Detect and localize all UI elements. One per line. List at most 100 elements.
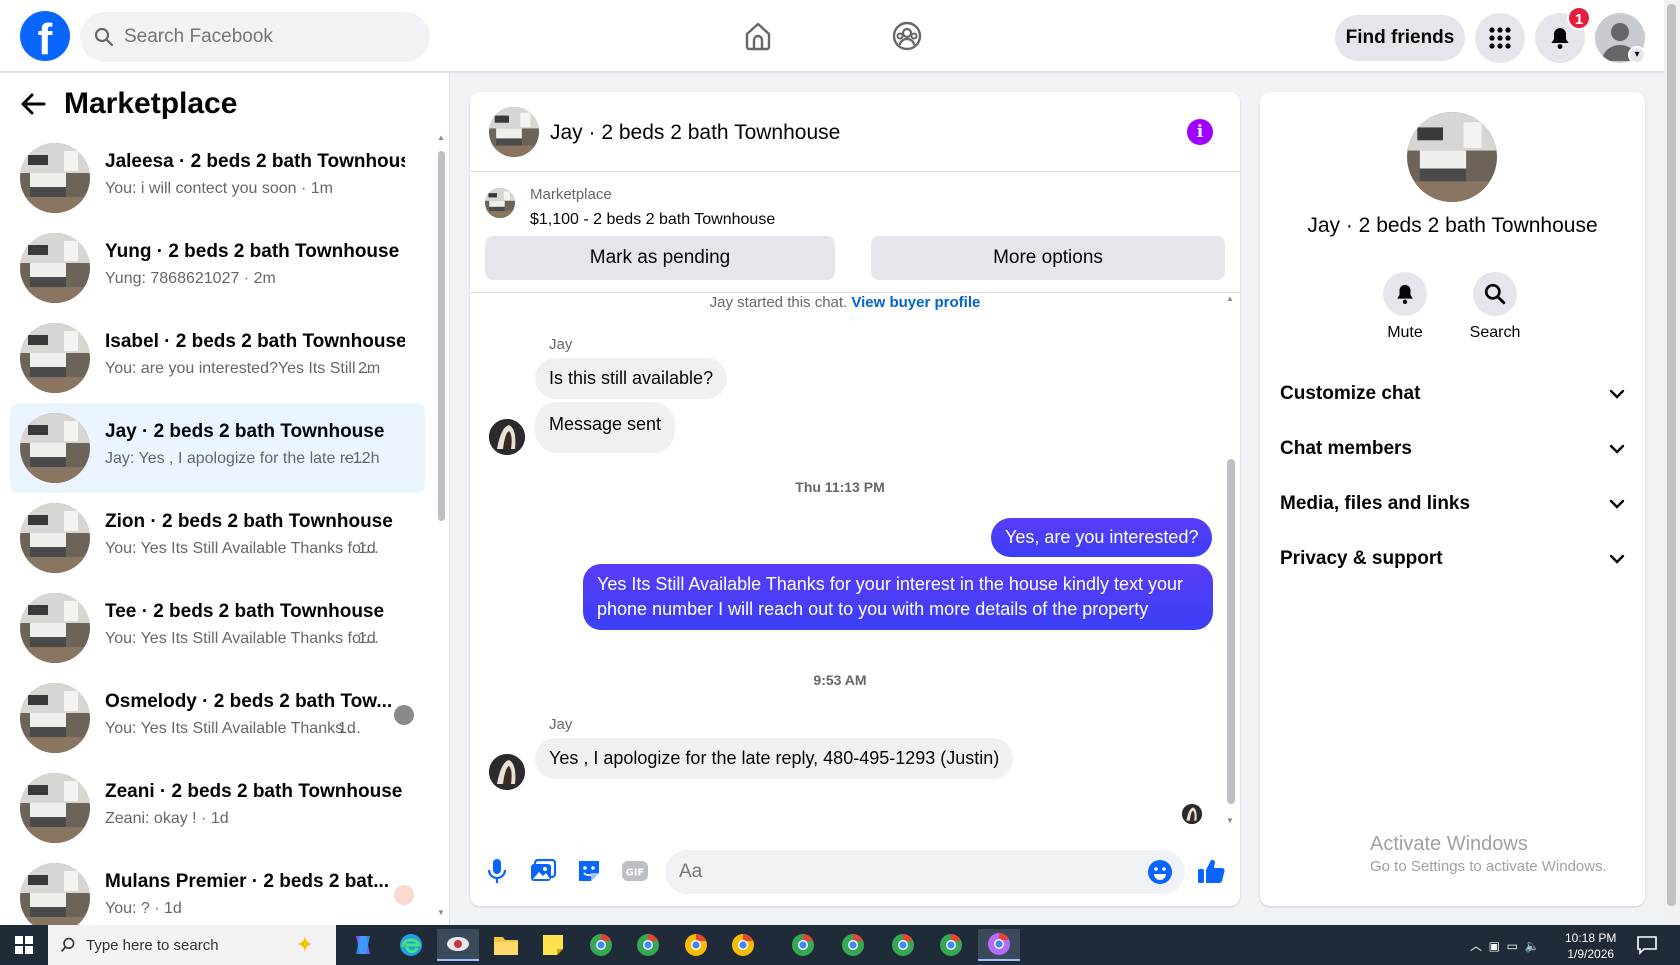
emoji-icon[interactable] bbox=[1147, 859, 1173, 885]
taskbar-search-placeholder: Type here to search bbox=[86, 936, 219, 954]
sidebar-scrollbar[interactable]: ▲ ▼ bbox=[436, 133, 446, 923]
chevron-down-icon[interactable]: ▾ bbox=[1628, 46, 1646, 64]
search-input[interactable] bbox=[124, 26, 394, 48]
back-arrow-icon[interactable] bbox=[20, 92, 46, 116]
bell-icon bbox=[1397, 284, 1413, 304]
outgoing-message[interactable]: Yes, are you interested? bbox=[991, 518, 1213, 557]
thumbs-up-icon[interactable] bbox=[1196, 856, 1226, 886]
listing-photo bbox=[1407, 112, 1497, 202]
conversation-item[interactable]: Jaleesa · 2 beds 2 bath Townhouse You: i … bbox=[10, 133, 425, 223]
sender-avatar[interactable] bbox=[489, 754, 525, 790]
chrome-icon[interactable] bbox=[580, 929, 622, 961]
taskbar-search[interactable]: Type here to search ✦ bbox=[48, 925, 336, 965]
conversation-name: Jaleesa · 2 beds 2 bath Townhouse bbox=[105, 151, 405, 172]
chrome-icon[interactable] bbox=[930, 929, 972, 961]
customize-chat-section[interactable]: Customize chat bbox=[1280, 374, 1625, 414]
sender-avatar[interactable] bbox=[489, 419, 525, 455]
info-icon[interactable]: i bbox=[1187, 119, 1213, 145]
chevron-down-icon bbox=[1609, 444, 1625, 454]
menu-grid-button[interactable] bbox=[1475, 13, 1525, 63]
profile-photo bbox=[489, 419, 525, 455]
conversation-thumbnail bbox=[20, 503, 90, 573]
chat-details-panel: Jay · 2 beds 2 bath Townhouse Mute Searc… bbox=[1260, 92, 1645, 906]
timestamp: Thu 11:13 PM bbox=[795, 479, 885, 495]
mark-pending-button[interactable]: Mark as pending bbox=[485, 236, 835, 280]
listing-photo bbox=[20, 233, 90, 303]
details-avatar[interactable] bbox=[1407, 112, 1497, 202]
listing-price[interactable]: $1,100 - 2 beds 2 bath Townhouse bbox=[530, 211, 775, 229]
chrome-icon[interactable] bbox=[978, 929, 1020, 961]
listing-photo bbox=[20, 323, 90, 393]
conversation-thumbnail bbox=[20, 863, 90, 933]
listing-photo bbox=[485, 188, 515, 218]
chrome-icon[interactable] bbox=[882, 929, 924, 961]
search-icon bbox=[94, 27, 114, 47]
sparkle-icon: ✦ bbox=[295, 932, 314, 957]
home-icon[interactable] bbox=[738, 16, 778, 56]
chrome-icon[interactable] bbox=[675, 929, 717, 961]
page-scrollbar[interactable] bbox=[1664, 0, 1680, 925]
windows-taskbar: Type here to search ✦ ︿ ▣ ▭ 🔈 10:18 PM 1… bbox=[0, 925, 1680, 965]
conversation-time: 1d bbox=[338, 720, 356, 737]
chat-title[interactable]: Jay · 2 beds 2 bath Townhouse bbox=[550, 121, 840, 145]
copilot-icon[interactable] bbox=[342, 929, 384, 961]
conversation-name: Osmelody · 2 beds 2 bath Tow... bbox=[105, 691, 393, 712]
conversation-thumbnail bbox=[20, 593, 90, 663]
listing-photo bbox=[20, 593, 90, 663]
conversation-item[interactable]: Isabel · 2 beds 2 bath Townhouse You: are… bbox=[10, 313, 425, 403]
outgoing-message[interactable]: Yes Its Still Available Thanks for your … bbox=[583, 564, 1213, 630]
message-input[interactable] bbox=[679, 861, 1109, 883]
chrome-icon[interactable] bbox=[627, 929, 669, 961]
conversation-name: Mulans Premier · 2 beds 2 bat... bbox=[105, 871, 390, 892]
mute-button[interactable]: Mute bbox=[1375, 272, 1435, 342]
chat-members-section[interactable]: Chat members bbox=[1280, 429, 1625, 469]
media-files-links-section[interactable]: Media, files and links bbox=[1280, 484, 1625, 524]
conversation-preview: You: Yes Its Still Available Thanks for.… bbox=[105, 630, 379, 647]
conversation-item[interactable]: Tee · 2 beds 2 bath Townhouse You: Yes It… bbox=[10, 583, 425, 673]
listing-photo bbox=[20, 863, 90, 933]
search-chat-button[interactable]: Search bbox=[1465, 272, 1525, 342]
incoming-message[interactable]: Is this still available? bbox=[535, 358, 728, 399]
conversation-name: Isabel · 2 beds 2 bath Townhouse bbox=[105, 331, 405, 352]
microphone-icon[interactable] bbox=[482, 856, 512, 886]
chevron-down-icon bbox=[1609, 554, 1625, 564]
chrome-icon[interactable] bbox=[832, 929, 874, 961]
sticker-icon[interactable] bbox=[574, 856, 604, 886]
edge-icon[interactable] bbox=[390, 929, 432, 961]
chat-header: Jay · 2 beds 2 bath Townhouse i bbox=[470, 92, 1240, 172]
notification-center-icon[interactable] bbox=[1636, 935, 1658, 960]
facebook-logo[interactable]: f bbox=[20, 11, 70, 61]
timestamp: 9:53 AM bbox=[813, 672, 867, 688]
sticky-notes-icon[interactable] bbox=[532, 929, 574, 961]
taskbar-clock[interactable]: 10:18 PM 1/9/2026 bbox=[1565, 930, 1616, 962]
chat-avatar[interactable] bbox=[489, 107, 539, 157]
conversation-item[interactable]: Zeani · 2 beds 2 bath Townhouse Zeani: ok… bbox=[10, 763, 425, 853]
file-explorer-icon[interactable] bbox=[485, 929, 527, 961]
conversation-item[interactable]: Yung · 2 beds 2 bath Townhouse Yung: 7868… bbox=[10, 223, 425, 313]
conversation-item[interactable]: Zion · 2 beds 2 bath Townhouse You: Yes I… bbox=[10, 493, 425, 583]
photo-icon[interactable] bbox=[528, 856, 558, 886]
groups-icon[interactable] bbox=[887, 16, 927, 56]
view-buyer-profile-link[interactable]: View buyer profile bbox=[851, 294, 980, 311]
listing-photo bbox=[20, 773, 90, 843]
conversation-thumbnail bbox=[20, 143, 90, 213]
incoming-message[interactable]: Yes , I apologize for the late reply, 48… bbox=[535, 738, 1014, 779]
conversation-thumbnail bbox=[20, 773, 90, 843]
find-friends-button[interactable]: Find friends bbox=[1335, 15, 1465, 61]
conversation-time: 2m bbox=[358, 360, 381, 377]
incoming-message[interactable]: Message sent bbox=[535, 402, 676, 453]
more-options-button[interactable]: More options bbox=[871, 236, 1225, 280]
privacy-support-section[interactable]: Privacy & support bbox=[1280, 539, 1625, 579]
message-input-box[interactable] bbox=[665, 850, 1185, 894]
windows-start-icon[interactable] bbox=[0, 925, 48, 965]
taskbar-app-icon[interactable] bbox=[437, 929, 479, 961]
listing-thumbnail[interactable] bbox=[485, 188, 515, 218]
chrome-icon[interactable] bbox=[782, 929, 824, 961]
gif-icon[interactable]: GIF bbox=[620, 856, 650, 886]
search-box[interactable] bbox=[80, 12, 430, 62]
chrome-icon[interactable] bbox=[722, 929, 764, 961]
conversation-item[interactable]: Osmelody · 2 beds 2 bath Tow... You: Yes … bbox=[10, 673, 425, 763]
conversation-item[interactable]: Jay · 2 beds 2 bath Townhouse Jay: Yes , … bbox=[10, 403, 425, 493]
system-tray-icons[interactable]: ︿ ▣ ▭ 🔈 bbox=[1470, 937, 1540, 965]
chat-scrollbar[interactable]: ▲ ▼ bbox=[1225, 294, 1237, 829]
